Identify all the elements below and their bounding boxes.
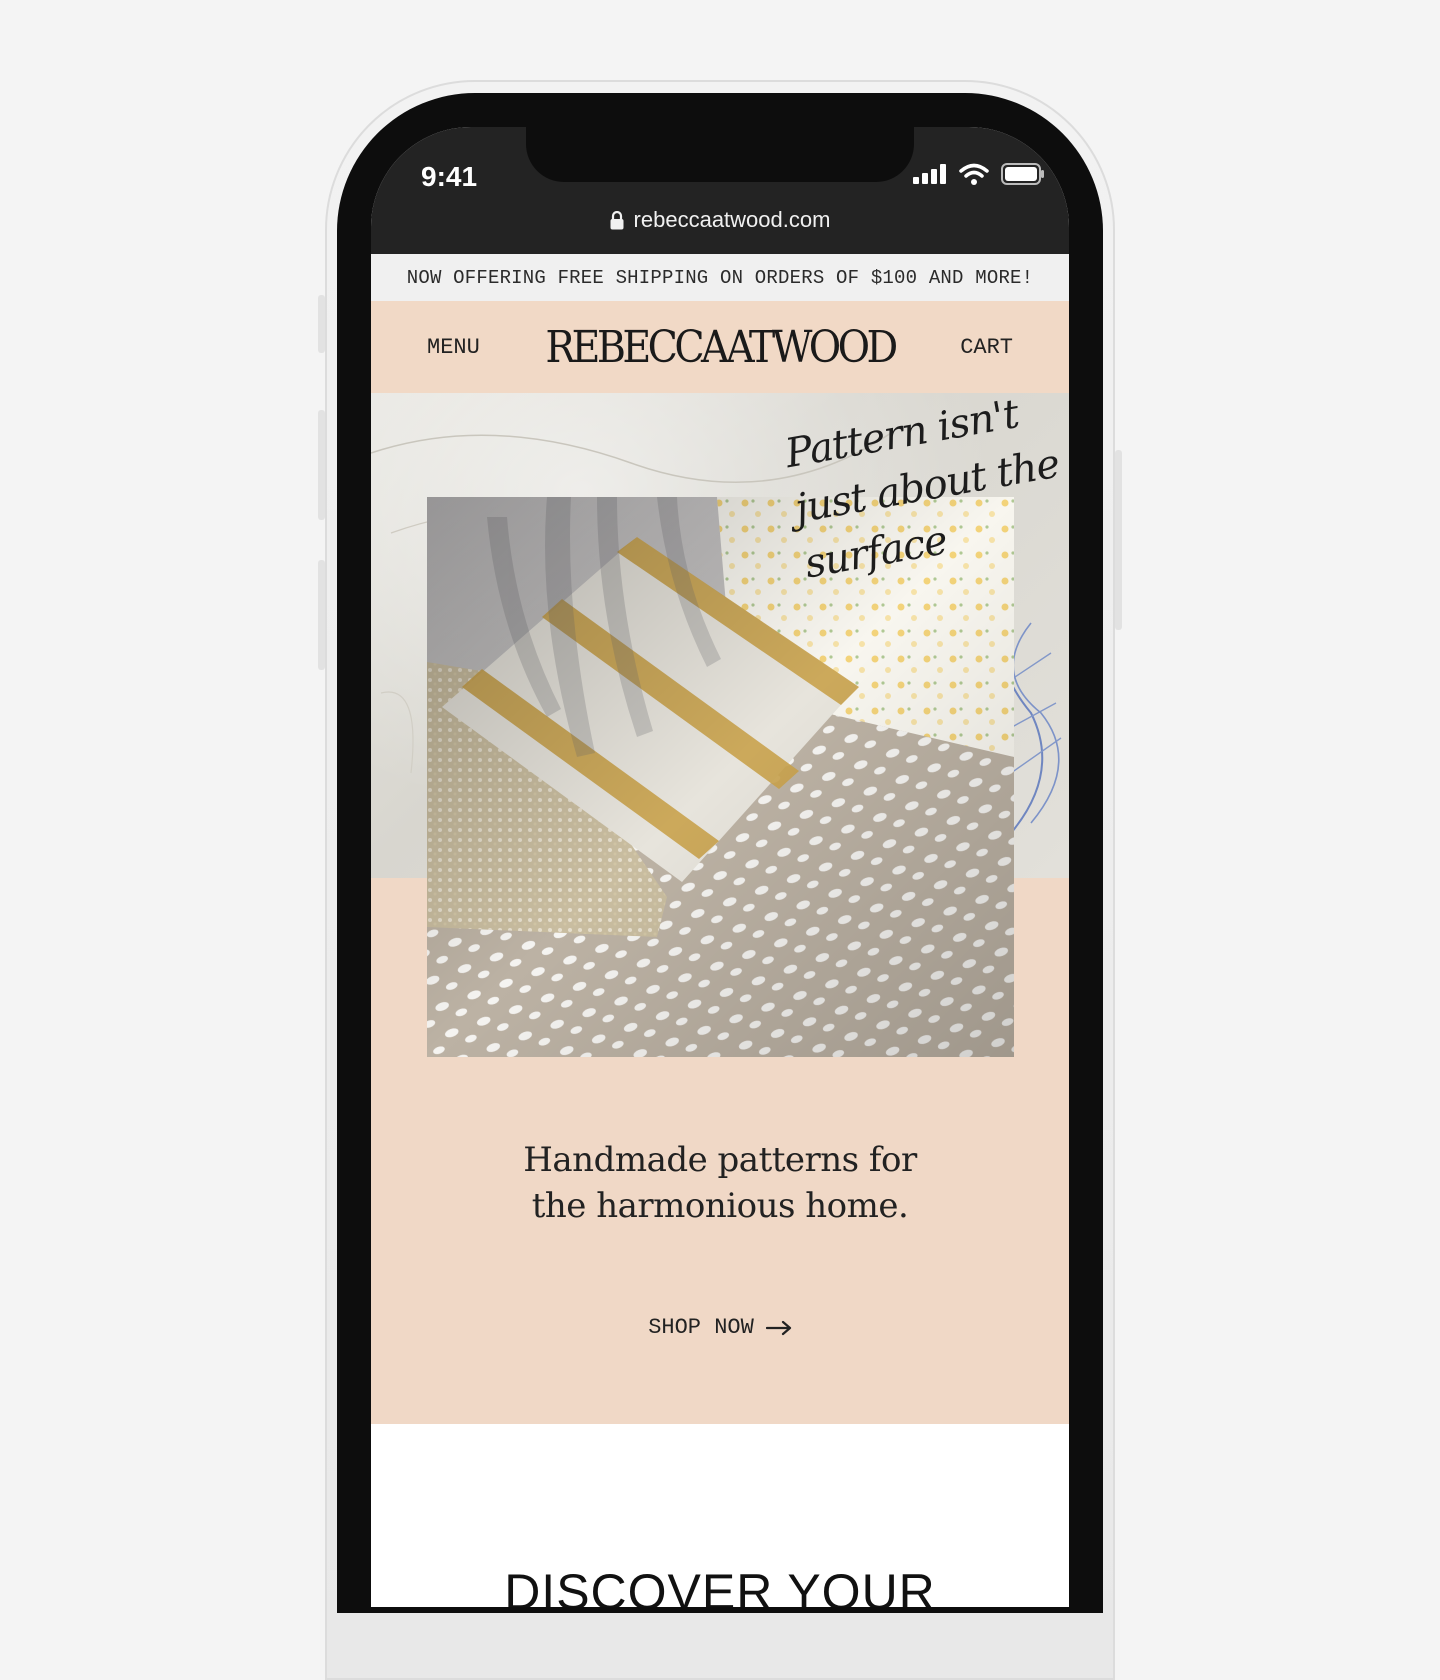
status-icons [913, 163, 1045, 185]
url-text: rebeccaatwood.com [633, 207, 831, 232]
cart-button[interactable]: CART [960, 335, 1013, 360]
brand-logo[interactable]: REBECCAATWOOD [545, 321, 898, 373]
hero-fabric-image [427, 497, 1014, 1057]
phone-notch [526, 127, 914, 182]
arrow-right-icon [765, 1320, 791, 1335]
battery-icon [1001, 163, 1044, 185]
section-heading: DISCOVER YOUR [504, 1564, 936, 1607]
wifi-icon [959, 163, 989, 185]
phone-power-button [1115, 450, 1122, 630]
status-time: 9:41 [421, 161, 478, 192]
site-header: MENU REBECCAATWOOD CART [371, 301, 1069, 393]
hero-tagline: Handmade patterns for the harmonious hom… [371, 1137, 1069, 1229]
tagline-line-1: Handmade patterns for [523, 1140, 917, 1180]
menu-button[interactable]: MENU [427, 335, 480, 360]
phone-silent-switch [318, 295, 325, 353]
browser-top-bar: 9:41 rebeccaatwood.com [371, 127, 1069, 254]
shop-now-label: SHOP NOW [648, 1315, 754, 1340]
signal-icon [913, 164, 946, 184]
phone-screen: 9:41 rebeccaatwood.com NOW OFFERING FREE… [371, 127, 1069, 1607]
phone-volume-down [318, 560, 325, 670]
fabric-swatches-illustration [427, 497, 1014, 1057]
announcement-bar: NOW OFFERING FREE SHIPPING ON ORDERS OF … [371, 254, 1069, 301]
shop-now-link[interactable]: SHOP NOW [371, 1315, 1069, 1340]
tagline-line-2: the harmonious home. [531, 1186, 909, 1226]
lock-icon [610, 210, 624, 229]
phone-volume-up [318, 410, 325, 520]
address-bar[interactable]: rebeccaatwood.com [371, 207, 1069, 233]
